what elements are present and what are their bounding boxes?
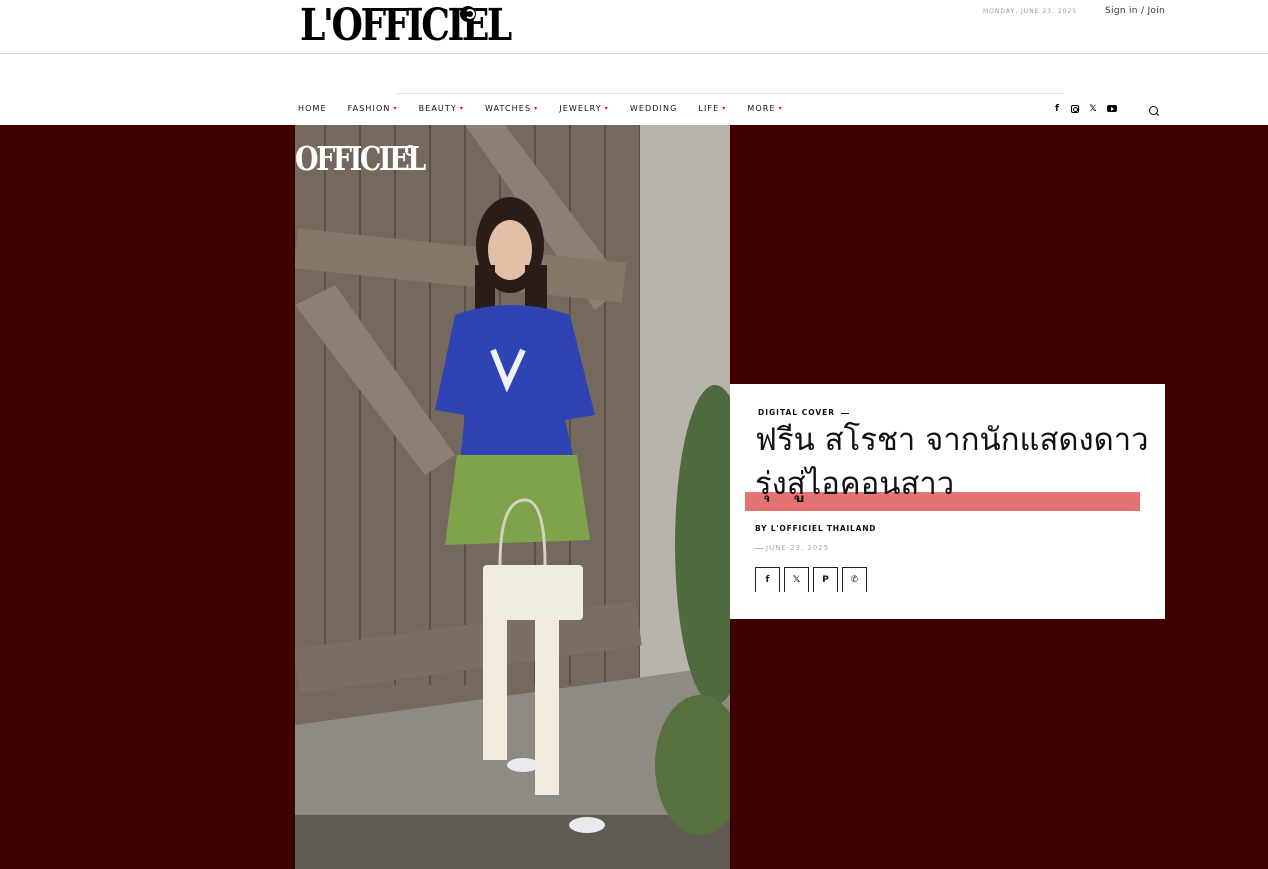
- share-buttons: f 𝕏 P ✆: [755, 567, 867, 592]
- article-author[interactable]: BY L'OFFICIEL THAILAND: [755, 524, 876, 533]
- chevron-down-icon: ▾: [393, 105, 398, 112]
- header-date: MONDAY, JUNE 23, 2025: [983, 8, 1078, 15]
- nav-item-life[interactable]: LIFE ▾: [698, 104, 726, 118]
- share-pinterest-icon[interactable]: P: [813, 567, 838, 592]
- cover-logo: OFFICIEL: [295, 139, 426, 178]
- nav-item-watches[interactable]: WATCHES ▾: [485, 104, 538, 118]
- category-link[interactable]: DIGITAL COVER: [758, 408, 849, 417]
- cover-photo-illustration: [295, 125, 730, 869]
- article-title[interactable]: ฟรีน สโรชา จากนักแสดงดาวรุ่งสู่ไอคอนสาว: [755, 418, 1150, 506]
- chevron-down-icon: ▾: [778, 105, 783, 112]
- signin-link[interactable]: Sign in / Join: [1105, 6, 1165, 16]
- logo-text: L'OFFICIEL: [300, 0, 512, 51]
- nav-item-beauty[interactable]: BEAUTY ▾: [419, 104, 464, 118]
- share-whatsapp-icon[interactable]: ✆: [842, 567, 867, 592]
- youtube-icon[interactable]: [1107, 105, 1117, 112]
- chevron-down-icon: ▾: [534, 105, 539, 112]
- site-logo[interactable]: L'OFFICIEL: [300, 2, 512, 50]
- nav-item-home[interactable]: HOME: [298, 104, 327, 118]
- cover-logo-badge-icon: [405, 145, 416, 156]
- search-icon[interactable]: [1149, 106, 1158, 115]
- chevron-down-icon: ▾: [604, 105, 609, 112]
- top-bar: L'OFFICIEL MONDAY, JUNE 23, 2025 Sign in…: [0, 0, 1268, 54]
- nav-item-jewelry[interactable]: JEWELRY ▾: [559, 104, 609, 118]
- article-date: JUNE 23, 2025: [755, 544, 829, 552]
- cover-photo[interactable]: OFFICIEL: [295, 125, 730, 869]
- facebook-icon[interactable]: f: [1052, 103, 1062, 115]
- article-card: DIGITAL COVER ฟรีน สโรชา จากนักแสดงดาวรุ…: [730, 384, 1165, 619]
- nav-divider: [396, 93, 1064, 94]
- instagram-icon[interactable]: [1071, 105, 1079, 113]
- chevron-down-icon: ▾: [722, 105, 727, 112]
- logo-badge-icon: [460, 6, 476, 22]
- share-facebook-icon[interactable]: f: [755, 567, 780, 592]
- nav-item-wedding[interactable]: WEDDING: [630, 104, 678, 118]
- x-icon[interactable]: 𝕏: [1088, 103, 1098, 115]
- social-links: f 𝕏: [1052, 103, 1117, 115]
- main-nav: HOME FASHION ▾ BEAUTY ▾ WATCHES ▾ JEWELRY ▾ …: [298, 104, 804, 118]
- nav-item-fashion[interactable]: FASHION ▾: [348, 104, 398, 118]
- share-x-icon[interactable]: 𝕏: [784, 567, 809, 592]
- nav-item-more[interactable]: MORE ▾: [747, 104, 782, 118]
- chevron-down-icon: ▾: [459, 105, 464, 112]
